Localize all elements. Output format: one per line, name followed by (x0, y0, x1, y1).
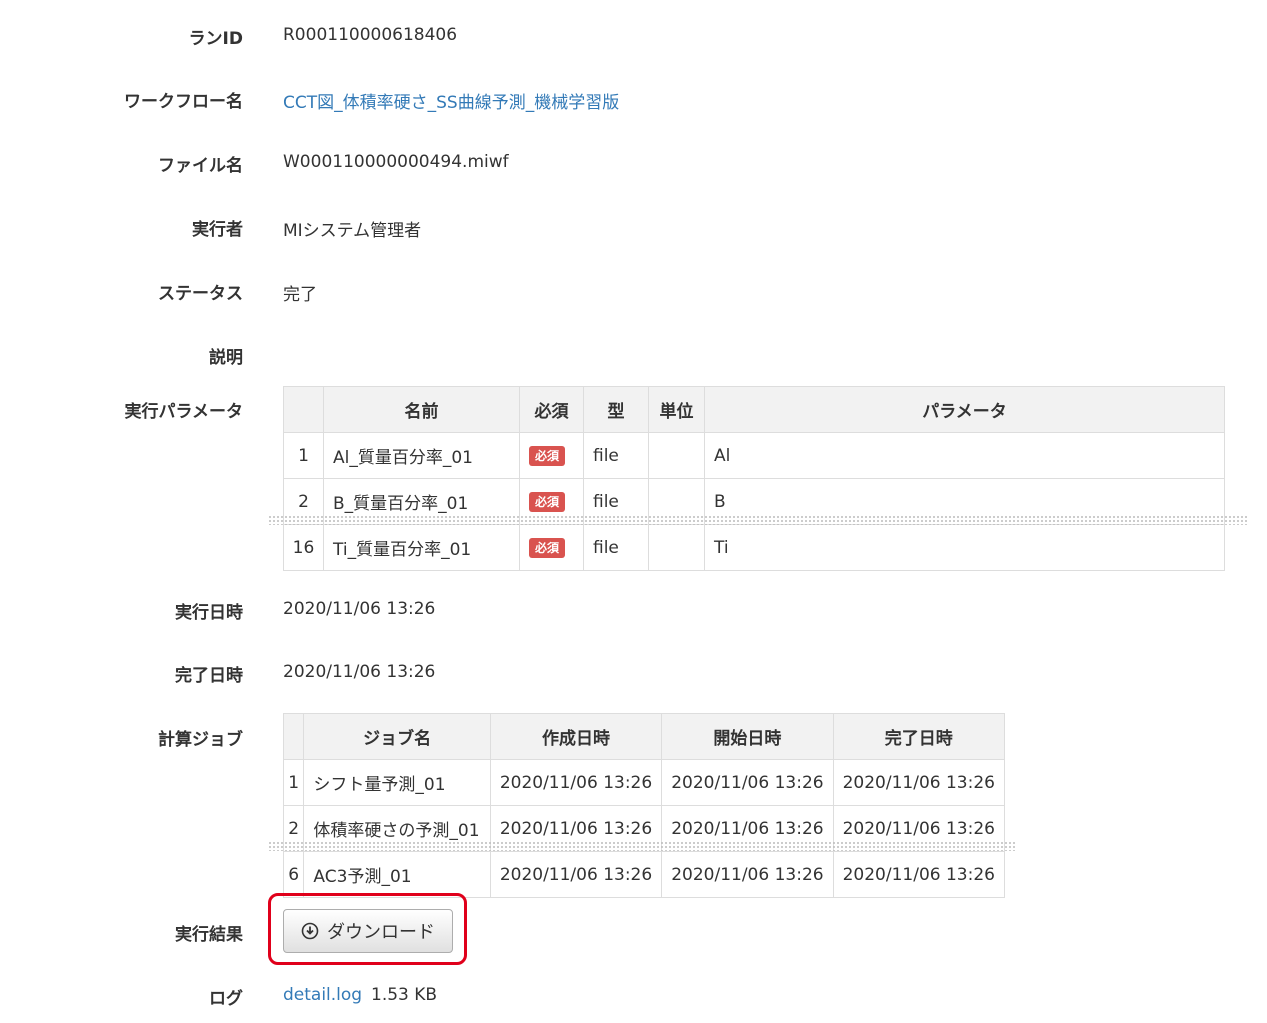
param-header-name: 名前 (323, 386, 520, 433)
job-row-started: 2020/11/06 13:26 (661, 759, 834, 806)
parameter-table: 名前 必須 型 単位 パラメータ 1 Al_質量百分率_01 必須 file A… (283, 386, 1225, 571)
param-row-unit (648, 524, 705, 571)
label-parameters: 実行パラメータ (124, 402, 244, 422)
job-header-created: 作成日時 (489, 713, 663, 760)
workflow-name-link[interactable]: CCT図_体積率硬さ_SS曲線予測_機械学習版 (283, 88, 619, 113)
job-row-name: シフト量予測_01 (303, 759, 491, 806)
job-row-finished: 2020/11/06 13:26 (832, 851, 1006, 898)
job-header-name: ジョブ名 (303, 713, 491, 760)
omission-divider (268, 515, 1248, 525)
log-file-link[interactable]: detail.log (283, 985, 362, 1005)
param-row-parameter: Ti (704, 524, 1225, 571)
job-row-created: 2020/11/06 13:26 (489, 759, 663, 806)
table-row: 1 Al_質量百分率_01 必須 file Al (283, 432, 1225, 479)
label-description: 説明 (209, 348, 243, 368)
job-header-finished: 完了日時 (832, 713, 1006, 760)
param-row-name: Al_質量百分率_01 (323, 432, 520, 479)
label-status: ステータス (158, 284, 243, 304)
job-row-number: 1 (282, 759, 305, 806)
executor-value: MIシステム管理者 (283, 221, 422, 241)
omission-divider (268, 841, 1016, 851)
param-row-type: file (583, 432, 649, 479)
file-name-value: W000110000000494.miwf (283, 152, 509, 172)
param-row-number: 1 (283, 432, 324, 479)
label-workflow-name: ワークフロー名 (124, 92, 243, 112)
label-jobs: 計算ジョブ (158, 730, 243, 750)
param-row-type: file (583, 524, 649, 571)
param-row-unit (648, 432, 705, 479)
log-file-size: 1.53 KB (371, 985, 438, 1005)
param-row-name: Ti_質量百分率_01 (323, 524, 520, 571)
job-row-started: 2020/11/06 13:26 (661, 851, 834, 898)
status-value: 完了 (283, 285, 317, 305)
download-button[interactable]: ダウンロード (283, 909, 453, 953)
label-file-name: ファイル名 (158, 156, 243, 176)
label-finish-datetime: 完了日時 (175, 666, 243, 686)
param-header-type: 型 (583, 386, 649, 433)
job-row-created: 2020/11/06 13:26 (489, 851, 663, 898)
job-row-name: AC3予測_01 (303, 851, 491, 898)
required-badge: 必須 (529, 492, 566, 512)
job-row-number: 6 (282, 851, 305, 898)
param-row-parameter: Al (704, 432, 1225, 479)
label-run-id: ランID (188, 29, 243, 49)
param-row-required: 必須 (519, 432, 584, 479)
table-row: 1 シフト量予測_01 2020/11/06 13:26 2020/11/06 … (282, 759, 1006, 806)
label-exec-datetime: 実行日時 (175, 603, 243, 623)
download-button-label: ダウンロード (327, 922, 435, 943)
label-executor: 実行者 (192, 220, 243, 240)
param-header-unit: 単位 (648, 386, 705, 433)
param-header-parameter: パラメータ (704, 386, 1225, 433)
required-badge: 必須 (529, 538, 566, 558)
label-log: ログ (209, 989, 243, 1009)
finish-datetime-value: 2020/11/06 13:26 (283, 662, 436, 682)
table-row: 16 Ti_質量百分率_01 必須 file Ti (283, 524, 1225, 571)
job-header-started: 開始日時 (661, 713, 834, 760)
parameter-table-header: 名前 必須 型 単位 パラメータ (283, 386, 1225, 433)
job-header-no (282, 713, 305, 760)
jobs-table-header: ジョブ名 作成日時 開始日時 完了日時 (282, 713, 1006, 760)
required-badge: 必須 (529, 446, 566, 466)
run-id-value: R000110000618406 (283, 25, 458, 45)
param-header-required: 必須 (519, 386, 584, 433)
label-result: 実行結果 (175, 925, 243, 945)
param-row-required: 必須 (519, 524, 584, 571)
job-row-finished: 2020/11/06 13:26 (832, 759, 1006, 806)
table-row: 6 AC3予測_01 2020/11/06 13:26 2020/11/06 1… (282, 851, 1006, 898)
download-circle-icon (301, 922, 319, 940)
exec-datetime-value: 2020/11/06 13:26 (283, 599, 436, 619)
param-row-number: 16 (283, 524, 324, 571)
jobs-table: ジョブ名 作成日時 開始日時 完了日時 1 シフト量予測_01 2020/11/… (282, 713, 1006, 898)
param-header-no (283, 386, 324, 433)
